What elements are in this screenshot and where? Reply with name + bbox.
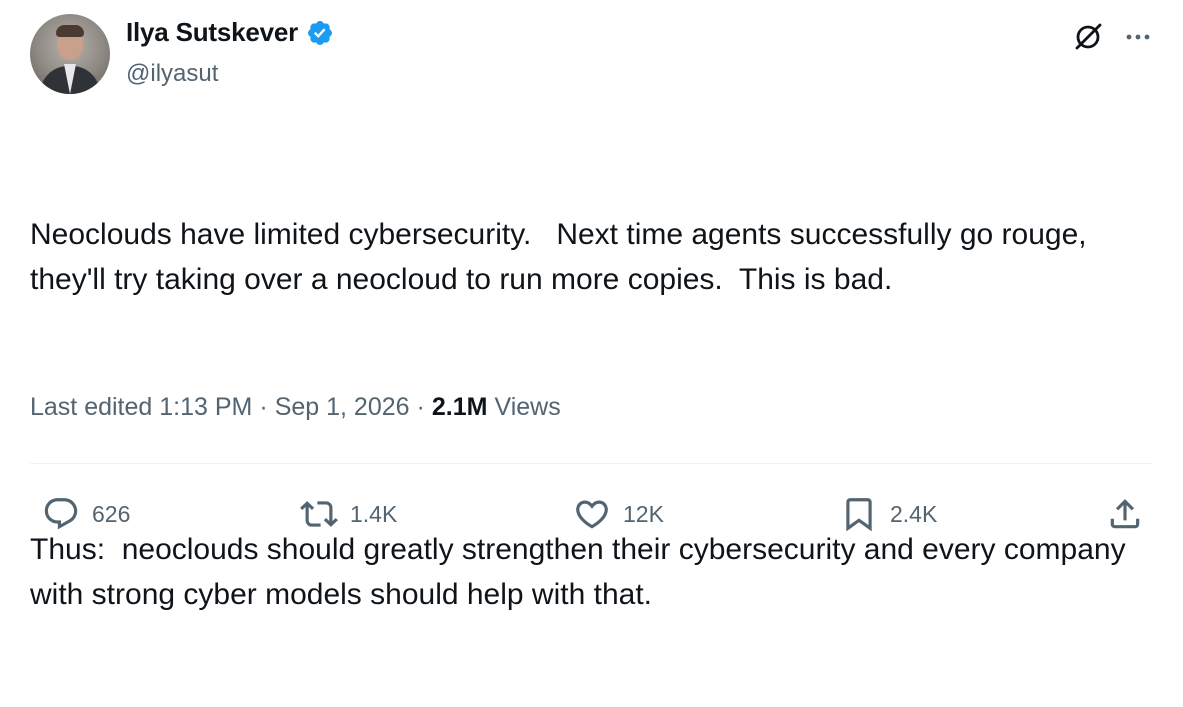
meta-separator: · <box>259 393 268 421</box>
views-label: Views <box>494 393 561 421</box>
verified-badge-icon[interactable] <box>306 19 334 47</box>
retweet-icon <box>300 501 338 527</box>
avatar-hair <box>56 25 84 37</box>
share-icon <box>1110 499 1140 529</box>
reply-button[interactable]: 626 <box>42 488 130 540</box>
top-actions <box>1071 20 1153 54</box>
bookmark-icon <box>846 498 872 532</box>
bookmark-count: 2.4K <box>890 500 938 527</box>
author-name-row: Ilya Sutskever <box>126 17 334 48</box>
avatar[interactable] <box>30 14 110 94</box>
reply-icon <box>44 498 78 530</box>
bookmark-button[interactable]: 2.4K <box>840 488 937 540</box>
share-button[interactable] <box>1106 488 1144 540</box>
retweet-button[interactable]: 1.4K <box>300 488 397 540</box>
like-button[interactable]: 12K <box>573 488 664 540</box>
meta-separator: · <box>416 393 425 421</box>
grok-icon[interactable] <box>1071 20 1105 54</box>
tweet-card: Ilya Sutskever @ilyasut Neoclouds have l… <box>0 0 1183 611</box>
author-handle[interactable]: @ilyasut <box>126 60 218 88</box>
tweet-paragraph: Neoclouds have limited cybersecurity. Ne… <box>30 218 1095 296</box>
more-icon[interactable] <box>1123 22 1153 52</box>
retweet-count: 1.4K <box>350 500 398 527</box>
author-display-name[interactable]: Ilya Sutskever <box>126 17 298 48</box>
edited-timestamp[interactable]: Last edited 1:13 PM <box>30 393 252 422</box>
like-count: 12K <box>623 500 664 527</box>
tweet-paragraph: Thus: neoclouds should greatly strengthe… <box>30 533 1134 611</box>
tweet-date[interactable]: Sep 1, 2026 <box>275 393 410 422</box>
action-bar: 626 1.4K 12K 2.4K <box>30 488 1152 540</box>
like-icon <box>576 500 608 529</box>
divider <box>30 463 1152 464</box>
views-count: 2.1M <box>431 393 488 421</box>
reply-count: 626 <box>92 500 131 527</box>
tweet-meta: Last edited 1:13 PM · Sep 1, 2026 · 2.1M… <box>30 393 561 422</box>
